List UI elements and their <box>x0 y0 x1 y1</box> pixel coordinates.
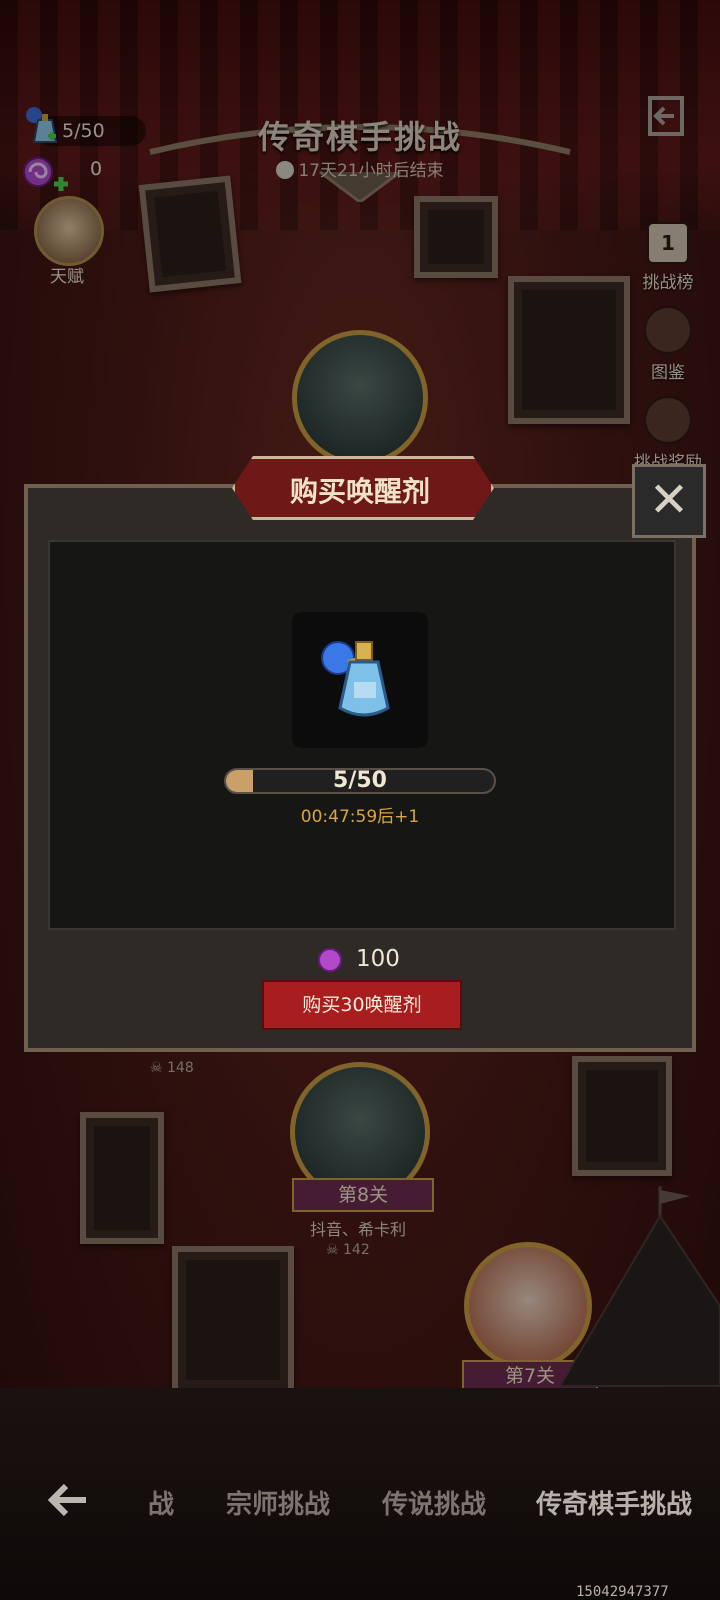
close-button[interactable]: ✕ <box>632 464 706 538</box>
serial-number: 15042947377 <box>576 1584 669 1600</box>
close-icon: ✕ <box>648 472 690 528</box>
back-arrow-icon[interactable] <box>46 1478 90 1522</box>
regen-timer: 00:47:59后+1 <box>300 807 420 827</box>
tab-legendary-player[interactable]: 传奇棋手挑战 <box>536 1484 692 1521</box>
elixir-bottle-icon <box>321 641 390 717</box>
elixir-progress-text: 5/50 <box>333 768 387 793</box>
price-value: 100 <box>356 946 400 972</box>
elixir-item-slot <box>292 612 428 748</box>
candy-cost-icon <box>318 948 342 972</box>
buy-button[interactable]: 购买30唤醒剂 <box>262 980 462 1030</box>
tab-grandmaster[interactable]: 宗师挑战 <box>226 1484 330 1521</box>
tab-legend[interactable]: 传说挑战 <box>382 1484 486 1521</box>
dialog-title: 购买唤醒剂 <box>289 475 430 508</box>
tab-partial[interactable]: 战 <box>148 1484 174 1521</box>
